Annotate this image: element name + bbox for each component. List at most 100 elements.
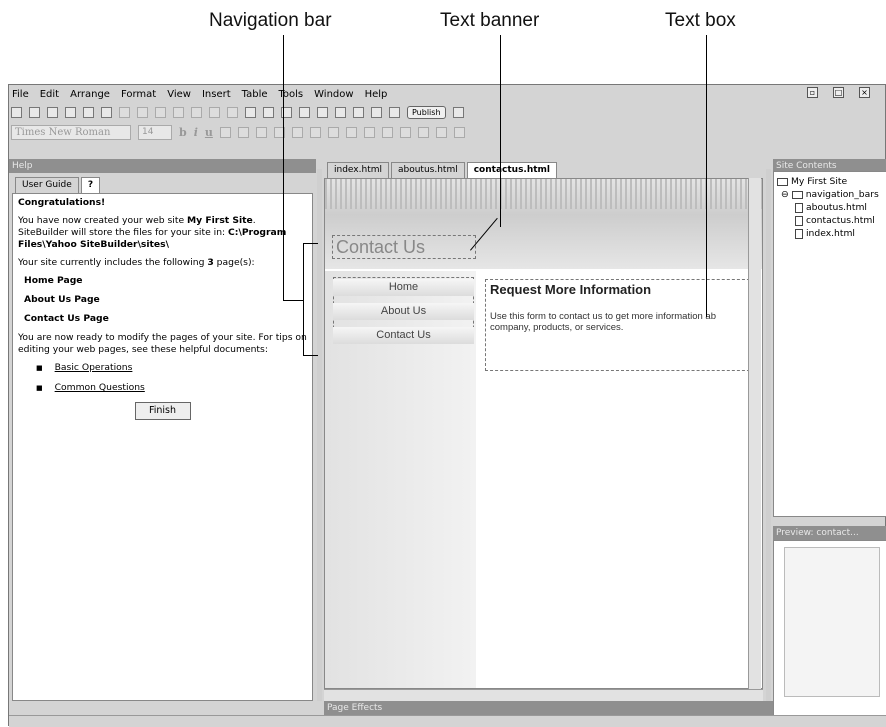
file-icon — [795, 228, 803, 239]
help-tabs: User Guide ? — [15, 177, 101, 193]
page-thumbnail — [784, 547, 880, 697]
format-toolbar: Times New Roman 14 b i u — [11, 123, 465, 141]
nav-about-us[interactable]: About Us — [333, 303, 474, 320]
align-center-icon[interactable] — [291, 126, 303, 138]
font-size-select[interactable]: 14 — [138, 124, 172, 140]
page-properties-icon[interactable] — [389, 106, 400, 118]
file-icon — [795, 215, 803, 226]
delete-icon[interactable] — [191, 106, 202, 118]
page-effects-bar[interactable]: Page Effects — [324, 701, 776, 715]
left-splitter[interactable] — [317, 169, 322, 701]
tab-aboutus[interactable]: aboutus.html — [390, 162, 465, 178]
restore-icon[interactable]: ▫ — [807, 87, 818, 98]
align-bottom-icon[interactable] — [363, 126, 375, 138]
menu-edit[interactable]: Edit — [40, 89, 59, 100]
media-icon[interactable] — [353, 106, 364, 118]
justify-icon[interactable] — [453, 126, 465, 138]
menu-help[interactable]: Help — [365, 89, 388, 100]
globe-icon[interactable] — [371, 106, 382, 118]
finish-button[interactable]: Finish — [134, 402, 191, 420]
help-heading: Congratulations! — [18, 197, 106, 208]
sitebuilder-window: File Edit Arrange Format View Insert Tab… — [8, 84, 886, 727]
callout-line-nav-tick-top — [303, 243, 318, 244]
help-panel-title: Help — [9, 159, 316, 173]
publish-button[interactable]: Publish — [407, 105, 446, 119]
open-icon[interactable] — [29, 106, 40, 118]
text-icon[interactable] — [245, 106, 256, 118]
text-banner[interactable]: Contact Us — [332, 235, 476, 259]
vertical-scrollbar[interactable] — [748, 178, 761, 689]
text-box[interactable]: Request More Information Use this form t… — [485, 279, 755, 371]
align-right-icon[interactable] — [309, 126, 321, 138]
italic-button[interactable]: i — [194, 126, 198, 139]
callout-navigation-bar: Navigation bar — [209, 10, 332, 31]
menu-arrange[interactable]: Arrange — [70, 89, 110, 100]
menu-table[interactable]: Table — [242, 89, 268, 100]
tree-file[interactable]: aboutus.html — [777, 201, 883, 214]
horizontal-scrollbar[interactable] — [324, 689, 763, 701]
new-icon[interactable] — [11, 106, 22, 118]
form-icon[interactable] — [299, 106, 310, 118]
callout-text-banner: Text banner — [440, 10, 540, 31]
folder-icon — [791, 190, 803, 199]
copy-icon[interactable] — [155, 106, 166, 118]
tree-file[interactable]: index.html — [777, 227, 883, 240]
indent-icon[interactable] — [435, 126, 447, 138]
help-content: Congratulations! You have now created yo… — [12, 193, 313, 701]
undo-icon[interactable] — [209, 106, 220, 118]
nav-home[interactable]: Home — [333, 279, 474, 296]
nav-bar-icon[interactable] — [317, 106, 328, 118]
tab-help-icon[interactable]: ? — [80, 177, 101, 193]
menu-window[interactable]: Window — [314, 89, 353, 100]
tab-index[interactable]: index.html — [327, 162, 389, 178]
save-icon[interactable] — [83, 106, 94, 118]
tab-user-guide[interactable]: User Guide — [15, 177, 79, 193]
align-middle-icon[interactable] — [345, 126, 357, 138]
redo-icon[interactable] — [227, 106, 238, 118]
text-color-icon[interactable] — [219, 126, 231, 138]
format-painter-icon[interactable] — [119, 106, 130, 118]
help-paragraph-3: You are now ready to modify the pages of… — [18, 332, 307, 355]
highlight-icon[interactable] — [237, 126, 249, 138]
maximize-icon[interactable]: □ — [833, 87, 844, 98]
close-icon[interactable]: × — [859, 87, 870, 98]
link-basic-operations[interactable]: Basic Operations — [36, 362, 307, 374]
menu-file[interactable]: File — [12, 89, 29, 100]
cut-icon[interactable] — [137, 106, 148, 118]
link-icon[interactable] — [65, 106, 76, 118]
paste-icon[interactable] — [173, 106, 184, 118]
preview-icon[interactable] — [101, 106, 112, 118]
site-icon[interactable] — [47, 106, 58, 118]
bold-button[interactable]: b — [179, 126, 187, 139]
bullet-list-icon[interactable] — [381, 126, 393, 138]
help-paragraph-1: You have now created your web site My Fi… — [18, 215, 287, 250]
status-bar — [9, 715, 886, 727]
tree-folder[interactable]: ⊖ navigation_bars — [777, 188, 883, 201]
help-paragraph-2: Your site currently includes the followi… — [18, 257, 255, 268]
tab-contactus[interactable]: contactus.html — [466, 162, 558, 178]
menu-format[interactable]: Format — [121, 89, 156, 100]
expand-icon[interactable]: ⊖ — [781, 188, 789, 201]
numbered-list-icon[interactable] — [399, 126, 411, 138]
right-splitter[interactable] — [766, 169, 771, 701]
help-icon[interactable] — [452, 106, 464, 118]
align-top-icon[interactable] — [327, 126, 339, 138]
tree-file[interactable]: contactus.html — [777, 214, 883, 227]
menu-insert[interactable]: Insert — [202, 89, 231, 100]
preview-pane — [773, 540, 886, 716]
list-item: About Us Page — [24, 294, 100, 305]
page-canvas[interactable]: Contact Us Home About Us Contact Us Requ… — [324, 178, 763, 689]
html-icon[interactable] — [335, 106, 346, 118]
outdent-icon[interactable] — [417, 126, 429, 138]
link-common-questions[interactable]: Common Questions — [36, 382, 307, 394]
preview-title[interactable]: Preview: contact... — [773, 526, 886, 540]
menu-view[interactable]: View — [167, 89, 191, 100]
callout-line-banner — [500, 35, 501, 227]
clear-format-icon[interactable] — [255, 126, 267, 138]
image-icon[interactable] — [263, 106, 274, 118]
nav-contact-us[interactable]: Contact Us — [333, 327, 474, 344]
tree-root[interactable]: My First Site — [777, 175, 883, 188]
underline-button[interactable]: u — [205, 126, 213, 139]
font-select[interactable]: Times New Roman — [11, 124, 131, 140]
textbox-body-line-1: Use this form to contact us to get more … — [490, 311, 716, 322]
